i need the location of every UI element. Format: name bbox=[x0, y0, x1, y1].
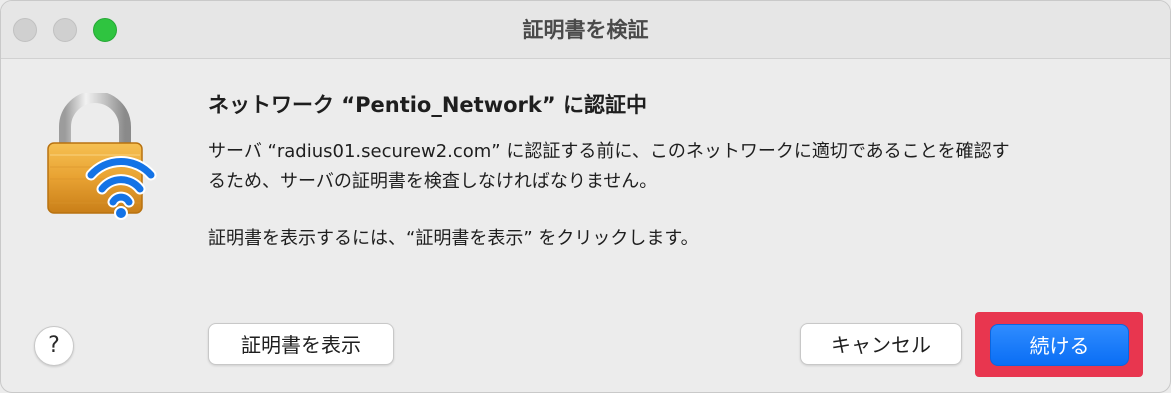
titlebar: 証明書を検証 bbox=[1, 1, 1170, 59]
description-line-1: サーバ “radius01.securew2.com” に認証する前に、このネッ… bbox=[208, 141, 1010, 162]
continue-button[interactable]: 続ける bbox=[990, 324, 1129, 366]
verify-certificate-dialog: 証明書を検証 ネットワーク “Pentio_Network” に認証中 サーバ … bbox=[0, 0, 1171, 393]
description-line-2: るため、サーバの証明書を検査しなければなりません。 bbox=[208, 171, 658, 192]
cancel-button[interactable]: キャンセル bbox=[800, 323, 962, 365]
window-title: 証明書を検証 bbox=[522, 18, 649, 42]
dialog-heading: ネットワーク “Pentio_Network” に認証中 bbox=[208, 93, 647, 117]
instruction-text: 証明書を表示するには、“証明書を表示” をクリックします。 bbox=[208, 228, 699, 249]
show-certificate-button[interactable]: 証明書を表示 bbox=[208, 323, 394, 365]
help-button[interactable]: ? bbox=[34, 326, 74, 366]
wifi-lock-icon bbox=[35, 91, 165, 223]
